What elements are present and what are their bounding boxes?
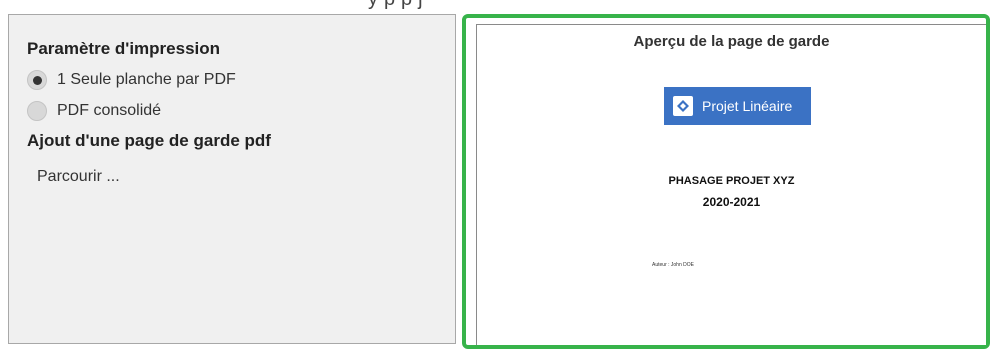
radio-label-single-sheet: 1 Seule planche par PDF — [57, 71, 236, 88]
radio-button-unselected-icon[interactable] — [27, 101, 47, 121]
document-author: Auteur : John DOE — [652, 262, 694, 268]
cover-page-title: Ajout d'une page de garde pdf — [27, 131, 271, 150]
browse-button[interactable]: Parcourir ... — [37, 168, 120, 186]
cover-preview-panel: Aperçu de la page de garde Projet Linéai… — [462, 14, 990, 349]
document-title: PHASAGE PROJET XYZ — [668, 175, 795, 187]
radio-dot-icon — [32, 75, 42, 85]
radio-button-selected-icon[interactable] — [27, 70, 47, 90]
cropped-top-text: y p p j — [368, 0, 423, 11]
print-settings-panel: Paramètre d'impression 1 Seule planche p… — [8, 14, 456, 344]
document-years: 2020-2021 — [702, 195, 761, 209]
radio-label-consolidated: PDF consolidé — [57, 102, 162, 119]
cropped-top-strip: y p p j — [0, 0, 995, 14]
radio-single-sheet-per-pdf[interactable]: 1 Seule planche par PDF — [27, 68, 236, 92]
radio-consolidated-pdf[interactable]: PDF consolidé — [27, 99, 161, 123]
brand-label: Projet Linéaire — [702, 98, 793, 114]
cover-preview-canvas: Aperçu de la page de garde Projet Linéai… — [476, 24, 986, 345]
print-settings-title: Paramètre d'impression — [27, 39, 221, 58]
preview-title: Aperçu de la page de garde — [633, 33, 830, 50]
diamond-logo-icon — [673, 96, 693, 116]
brand-logo-badge: Projet Linéaire — [664, 87, 811, 125]
